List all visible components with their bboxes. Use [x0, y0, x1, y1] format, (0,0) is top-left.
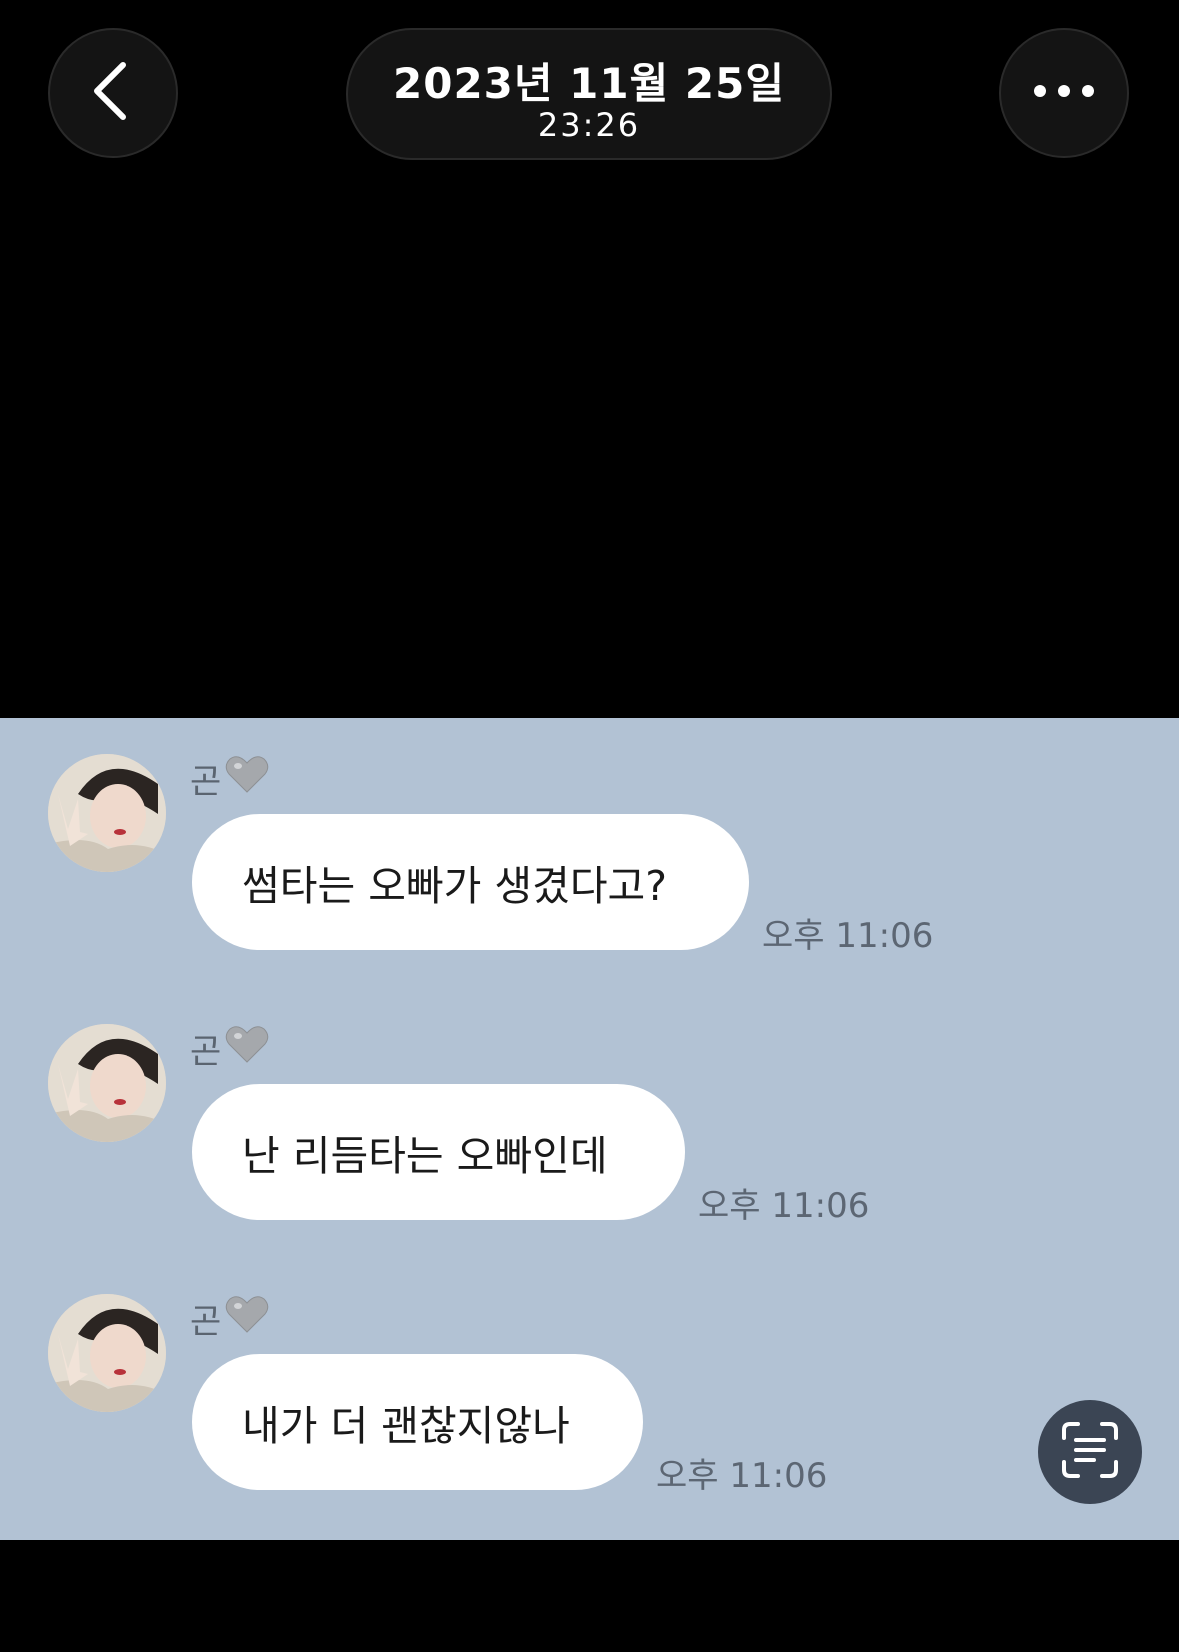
sender-name-text: 곤 — [190, 1302, 222, 1342]
photo-time: 23:26 — [537, 106, 641, 144]
message-bubble[interactable]: 썸타는 오빠가 생겼다고? — [192, 814, 749, 950]
photo-date-pill[interactable]: 2023년 11월 25일 23:26 — [346, 28, 832, 160]
grey-heart-icon — [225, 754, 269, 803]
more-horizontal-icon — [1032, 83, 1096, 103]
grey-heart-icon — [225, 1024, 269, 1073]
more-button[interactable] — [999, 28, 1129, 158]
message-timestamp: 오후 11:06 — [698, 1186, 870, 1226]
sender-name-text: 곤 — [190, 762, 222, 802]
photo-date: 2023년 11월 25일 — [393, 59, 785, 108]
live-text-scan-icon — [1060, 1420, 1120, 1484]
sender-name-text: 곤 — [190, 1032, 222, 1072]
chat-message: 곤 썸타는 오빠가 생겼다고? 오후 11:06 — [0, 718, 1179, 956]
sender-name: 곤 — [190, 1024, 269, 1073]
sender-name: 곤 — [190, 754, 269, 803]
message-timestamp: 오후 11:06 — [762, 916, 934, 956]
sender-name: 곤 — [190, 1294, 269, 1343]
grey-heart-icon — [225, 1294, 269, 1343]
avatar[interactable] — [48, 754, 166, 872]
avatar[interactable] — [48, 1024, 166, 1142]
avatar[interactable] — [48, 1294, 166, 1412]
back-button[interactable] — [48, 28, 178, 158]
chevron-left-icon — [89, 59, 137, 127]
chat-screenshot: 곤 썸타는 오빠가 생겼다고? 오후 11:06 곤 난 리듬타는 오빠인데 오… — [0, 718, 1179, 1540]
chat-message: 곤 내가 더 괜찮지않나 오후 11:06 — [0, 1258, 1179, 1496]
message-timestamp: 오후 11:06 — [656, 1456, 828, 1496]
message-bubble[interactable]: 난 리듬타는 오빠인데 — [192, 1084, 685, 1220]
live-text-button[interactable] — [1038, 1400, 1142, 1504]
chat-message: 곤 난 리듬타는 오빠인데 오후 11:06 — [0, 988, 1179, 1226]
message-bubble[interactable]: 내가 더 괜찮지않나 — [192, 1354, 643, 1490]
